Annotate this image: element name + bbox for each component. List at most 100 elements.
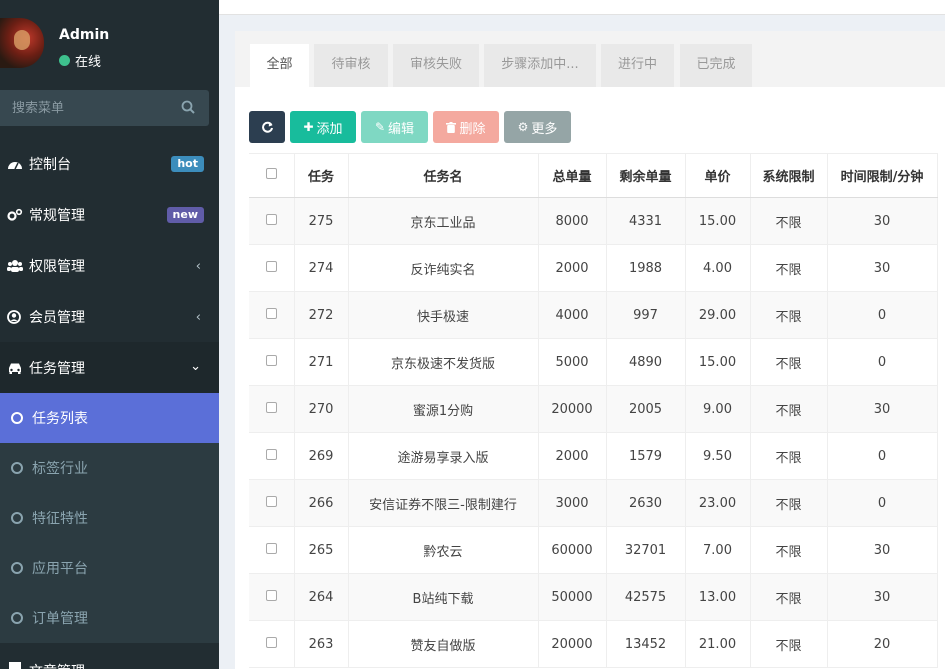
tab-all[interactable]: 全部 xyxy=(250,44,309,87)
table-cell: 266 xyxy=(294,479,349,527)
submenu-item-orders[interactable]: 订单管理 xyxy=(0,593,219,643)
sidebar-menu: 控制台 hot 常规管理 new 权限管理 ‹ 会员管理 ‹ 任务管理 ⌄ 任务… xyxy=(0,138,219,669)
sidebar-item-general[interactable]: 常规管理 new xyxy=(0,189,219,240)
table-cell: 京东工业品 xyxy=(348,197,539,245)
column-header[interactable]: 系统限制 xyxy=(750,153,828,198)
table-cell: 0 xyxy=(827,479,938,527)
table-row[interactable]: 274 反诈纯实名 2000 1988 4.00 不限 30 xyxy=(249,244,938,292)
submenu-item-tag-industry[interactable]: 标签行业 xyxy=(0,443,219,493)
table-row[interactable]: 271 京东极速不发货版 5000 4890 15.00 不限 0 xyxy=(249,338,938,386)
table-row[interactable]: 272 快手极速 4000 997 29.00 不限 0 xyxy=(249,291,938,339)
table-row[interactable]: 269 途游易享录入版 2000 1579 9.50 不限 0 xyxy=(249,432,938,480)
column-header[interactable]: 单价 xyxy=(685,153,751,198)
table-cell: 15.00 xyxy=(685,338,751,386)
submenu-item-features[interactable]: 特征特性 xyxy=(0,493,219,543)
table-cell: 2000 xyxy=(538,432,607,480)
row-checkbox[interactable] xyxy=(265,542,277,554)
plus-icon: ✚ xyxy=(303,120,314,134)
table-cell: 30 xyxy=(827,573,938,621)
row-checkbox[interactable] xyxy=(265,636,277,648)
table-row[interactable]: 270 蜜源1分购 20000 2005 9.00 不限 30 xyxy=(249,385,938,433)
user-status: 在线 xyxy=(59,51,101,70)
row-checkbox[interactable] xyxy=(265,401,277,413)
table-cell: 京东极速不发货版 xyxy=(348,338,539,386)
table-cell: 23.00 xyxy=(685,479,751,527)
submenu-item-task-list[interactable]: 任务列表 xyxy=(0,393,219,443)
table-row[interactable]: 265 黔农云 60000 32701 7.00 不限 30 xyxy=(249,526,938,574)
tab-pending-review[interactable]: 待审核 xyxy=(314,44,388,87)
sidebar-item-task[interactable]: 任务管理 ⌄ xyxy=(0,342,219,393)
table-row[interactable]: 266 安信证券不限三-限制建行 3000 2630 23.00 不限 0 xyxy=(249,479,938,527)
user-circle-icon xyxy=(7,309,21,324)
status-tabs: 全部 待审核 审核失败 步骤添加中... 进行中 已完成 xyxy=(235,31,945,87)
table-cell: 7.00 xyxy=(685,526,751,574)
refresh-button[interactable] xyxy=(249,111,285,143)
row-checkbox[interactable] xyxy=(265,213,277,225)
table-cell: 途游易享录入版 xyxy=(348,432,539,480)
sidebar-item-label: 任务管理 xyxy=(29,360,85,377)
row-checkbox[interactable] xyxy=(265,495,277,507)
select-all-checkbox[interactable] xyxy=(265,168,277,179)
table-cell: 20000 xyxy=(538,620,607,668)
submenu-item-label: 标签行业 xyxy=(32,461,88,477)
table-cell: 4331 xyxy=(606,197,686,245)
table-row[interactable]: 264 B站纯下载 50000 42575 13.00 不限 30 xyxy=(249,573,938,621)
trash-icon xyxy=(446,121,457,133)
tab-adding-steps[interactable]: 步骤添加中... xyxy=(484,44,596,87)
tab-review-failed[interactable]: 审核失败 xyxy=(393,44,479,87)
search-input[interactable] xyxy=(0,90,170,126)
column-header[interactable]: 任务 xyxy=(294,153,349,198)
table-cell: 0 xyxy=(827,432,938,480)
row-checkbox[interactable] xyxy=(265,307,277,319)
table-cell: 32701 xyxy=(606,526,686,574)
table-cell: 265 xyxy=(294,526,349,574)
user-status-label: 在线 xyxy=(75,55,102,70)
table-row[interactable]: 275 京东工业品 8000 4331 15.00 不限 30 xyxy=(249,197,938,245)
row-checkbox[interactable] xyxy=(265,589,277,601)
row-select-cell xyxy=(249,244,295,292)
row-checkbox[interactable] xyxy=(265,260,277,272)
row-checkbox[interactable] xyxy=(265,448,277,460)
table-cell: 29.00 xyxy=(685,291,751,339)
more-button[interactable]: ⚙ 更多 xyxy=(504,111,571,143)
add-button[interactable]: ✚ 添加 xyxy=(290,111,356,143)
row-select-cell xyxy=(249,573,295,621)
avatar[interactable] xyxy=(0,18,44,68)
table-cell: 20 xyxy=(827,620,938,668)
delete-button[interactable]: 删除 xyxy=(433,111,499,143)
table-cell: 3000 xyxy=(538,479,607,527)
table-cell: 272 xyxy=(294,291,349,339)
task-submenu: 任务列表 标签行业 特征特性 应用平台 订单管理 xyxy=(0,393,219,643)
circle-icon xyxy=(11,462,23,474)
table-cell: 不限 xyxy=(750,338,828,386)
sidebar-item-member[interactable]: 会员管理 ‹ xyxy=(0,291,219,342)
edit-button[interactable]: ✎ 编辑 xyxy=(361,111,428,143)
column-header[interactable]: 剩余单量 xyxy=(606,153,686,198)
sidebar-item-articles[interactable]: 文章管理 xyxy=(0,643,219,669)
table-cell: 4000 xyxy=(538,291,607,339)
tab-in-progress[interactable]: 进行中 xyxy=(601,44,674,87)
table-cell: 1579 xyxy=(606,432,686,480)
table-cell: 269 xyxy=(294,432,349,480)
column-header[interactable]: 任务名 xyxy=(348,153,539,198)
sidebar-item-dashboard[interactable]: 控制台 hot xyxy=(0,138,219,189)
table-row[interactable]: 263 赞友自做版 20000 13452 21.00 不限 20 xyxy=(249,620,938,668)
cogs-icon xyxy=(7,208,23,221)
table-cell: 0 xyxy=(827,338,938,386)
column-header[interactable]: 总单量 xyxy=(538,153,607,198)
column-header[interactable]: 时间限制/分钟 xyxy=(827,153,938,198)
delete-button-label: 删除 xyxy=(459,120,486,136)
main-panel: 全部 待审核 审核失败 步骤添加中... 进行中 已完成 ✚ 添加 ✎ 编辑 删… xyxy=(235,31,945,669)
table-header-row: 任务 任务名 总单量 剩余单量 单价 系统限制 时间限制/分钟 xyxy=(249,153,938,198)
sidebar-item-auth[interactable]: 权限管理 ‹ xyxy=(0,240,219,291)
table-cell: B站纯下载 xyxy=(348,573,539,621)
search-icon[interactable] xyxy=(181,100,195,114)
table-cell: 271 xyxy=(294,338,349,386)
table-cell: 997 xyxy=(606,291,686,339)
sidebar-item-label: 文章管理 xyxy=(29,661,85,669)
toolbar: ✚ 添加 ✎ 编辑 删除 ⚙ 更多 xyxy=(249,111,576,143)
table-cell: 快手极速 xyxy=(348,291,539,339)
submenu-item-platform[interactable]: 应用平台 xyxy=(0,543,219,593)
tab-completed[interactable]: 已完成 xyxy=(680,44,752,87)
row-checkbox[interactable] xyxy=(265,354,277,366)
